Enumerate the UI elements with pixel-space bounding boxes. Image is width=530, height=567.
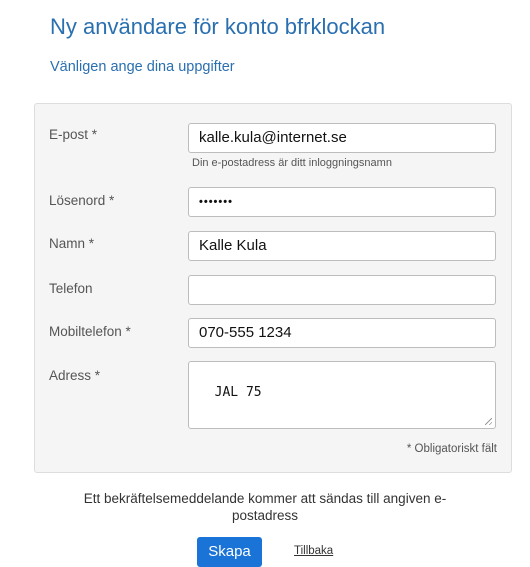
address-label: Adress * [49, 368, 101, 383]
create-button[interactable]: Skapa [197, 537, 262, 567]
address-value: JAL 75 [214, 385, 262, 400]
phone-field[interactable] [188, 275, 496, 305]
confirmation-message: Ett bekräftelsemeddelande kommer att sän… [83, 491, 447, 523]
email-help-text: Din e-postadress är ditt inloggningsnamn [192, 157, 392, 169]
name-label: Namn * [49, 236, 95, 251]
address-textarea[interactable]: JAL 75 [188, 361, 496, 429]
page-subtitle: Vänligen ange dina uppgifter [50, 59, 235, 75]
name-field[interactable]: Kalle Kula [188, 231, 496, 261]
password-field[interactable]: ••••••• [188, 187, 496, 217]
email-field[interactable]: kalle.kula@internet.se [188, 123, 496, 153]
page-title: Ny användare för konto bfrklockan [50, 14, 386, 39]
phone-label: Telefon [49, 281, 93, 296]
resize-grip-icon[interactable] [485, 418, 492, 425]
password-label: Lösenord * [49, 193, 115, 208]
email-label: E-post * [49, 127, 98, 142]
required-field-note: * Obligatoriskt fält [406, 443, 497, 455]
mobile-label: Mobiltelefon * [49, 324, 131, 339]
mobile-field[interactable]: 070-555 1234 [188, 318, 496, 348]
back-link[interactable]: Tillbaka [294, 545, 333, 557]
